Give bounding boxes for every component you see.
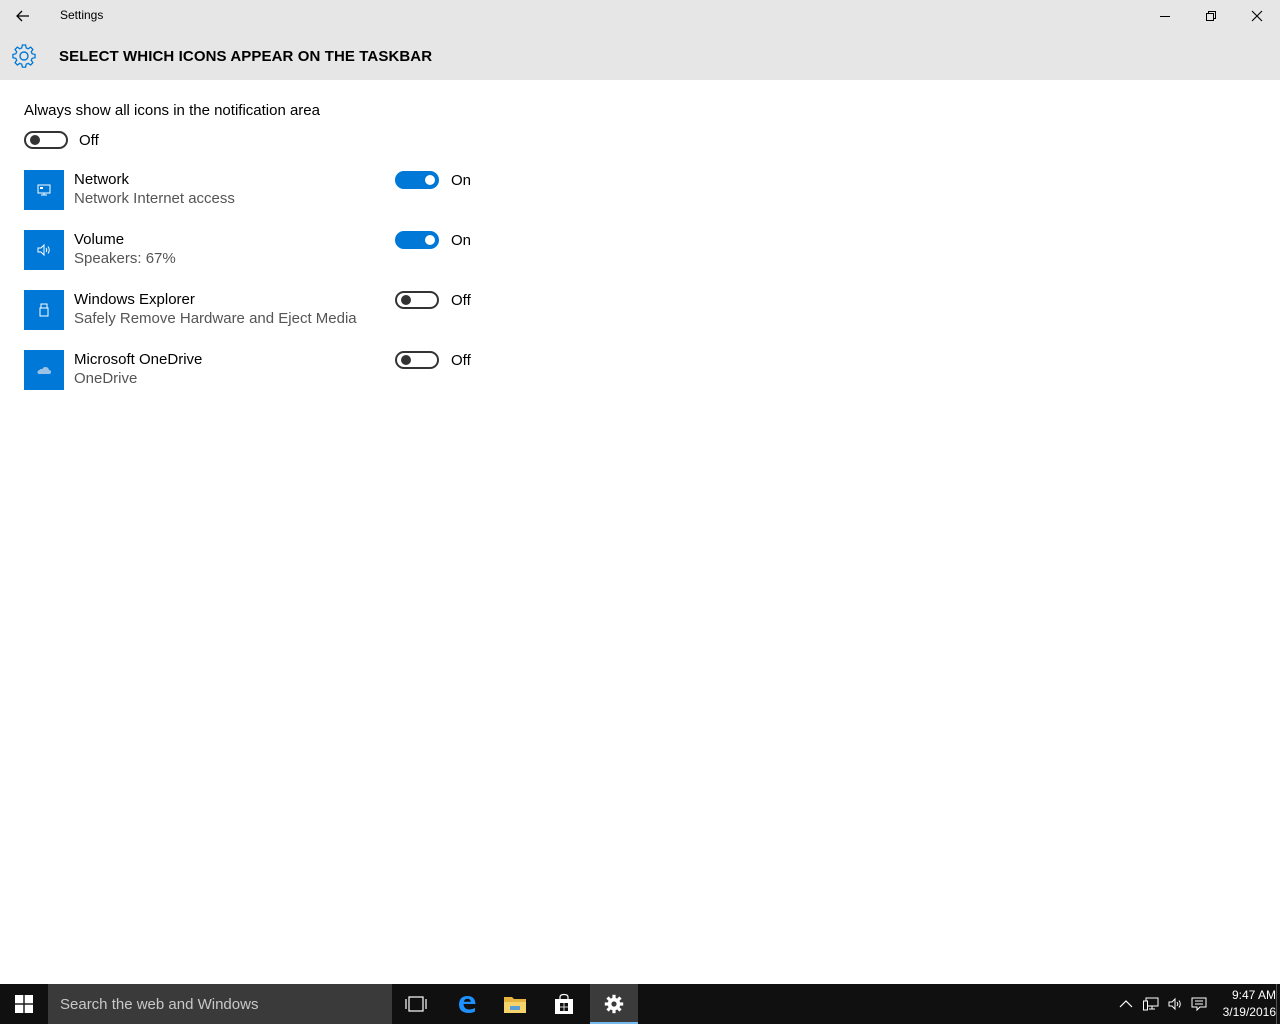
volume-toggle[interactable] <box>395 231 439 249</box>
network-icon <box>24 170 64 210</box>
edge-icon <box>459 996 476 1013</box>
taskbar: Search the web and Windows 9:47 AM 3/19/… <box>0 984 1280 1024</box>
row-name: Microsoft OneDrive <box>74 351 203 368</box>
window-title: Settings <box>60 8 104 22</box>
always-show-toggle[interactable] <box>24 131 68 149</box>
restore-icon <box>1206 11 1216 21</box>
clock-time: 9:47 AM <box>1231 988 1276 1002</box>
always-show-label: Always show all icons in the notificatio… <box>24 102 320 119</box>
toggle-knob <box>401 295 411 305</box>
show-hidden-icons-button[interactable] <box>1118 996 1134 1012</box>
windows-explorer-toggle[interactable] <box>395 291 439 309</box>
gear-icon <box>604 994 624 1014</box>
page-title: SELECT WHICH ICONS APPEAR ON THE TASKBAR <box>59 48 433 65</box>
store-icon <box>555 993 573 1014</box>
clock-date: 3/19/2016 <box>1222 1005 1276 1019</box>
toggle-knob <box>425 235 435 245</box>
settings-taskbar-button[interactable] <box>590 984 638 1024</box>
search-box[interactable]: Search the web and Windows <box>48 984 392 1024</box>
speaker-icon <box>24 230 64 270</box>
windows-explorer-state: Off <box>451 292 471 309</box>
row-name: Volume <box>74 231 125 248</box>
title-bar: Settings <box>0 0 1280 32</box>
notification-icon <box>1191 997 1207 1012</box>
onedrive-state: Off <box>451 352 471 369</box>
store-button[interactable] <box>540 984 588 1024</box>
network-toggle[interactable] <box>395 171 439 189</box>
file-explorer-button[interactable] <box>491 984 539 1024</box>
close-icon <box>1251 10 1263 22</box>
toggle-knob <box>401 355 411 365</box>
action-center-button[interactable] <box>1191 996 1207 1012</box>
page-header: SELECT WHICH ICONS APPEAR ON THE TASKBAR <box>0 32 1280 80</box>
minimize-icon <box>1160 16 1170 17</box>
toggle-knob <box>30 135 40 145</box>
network-glyph <box>37 184 51 196</box>
row-description: Speakers: 67% <box>74 250 176 267</box>
close-button[interactable] <box>1234 0 1280 32</box>
network-tray-button[interactable] <box>1143 996 1159 1012</box>
usb-drive-icon <box>24 290 64 330</box>
network-icon <box>1143 997 1159 1011</box>
row-name: Windows Explorer <box>74 291 195 308</box>
network-state: On <box>451 172 472 189</box>
gear-icon <box>12 44 36 68</box>
row-description: OneDrive <box>74 370 138 387</box>
onedrive-toggle[interactable] <box>395 351 439 369</box>
folder-icon <box>504 997 526 1013</box>
speaker-icon <box>1168 997 1181 1011</box>
cloud-glyph <box>37 367 51 374</box>
row-name: Network <box>74 171 130 188</box>
cloud-icon <box>24 350 64 390</box>
edge-button[interactable] <box>443 984 491 1024</box>
always-show-state: Off <box>79 132 99 149</box>
usb-glyph <box>39 303 49 317</box>
show-desktop-button[interactable] <box>1276 984 1280 1024</box>
back-arrow-icon <box>16 10 29 22</box>
search-placeholder: Search the web and Windows <box>60 996 259 1013</box>
row-description: Safely Remove Hardware and Eject Media <box>74 310 357 327</box>
volume-state: On <box>451 232 472 249</box>
minimize-button[interactable] <box>1142 0 1188 32</box>
clock[interactable]: 9:47 AM 3/19/2016 <box>1206 987 1276 1021</box>
task-view-button[interactable] <box>392 984 440 1024</box>
volume-tray-button[interactable] <box>1167 996 1183 1012</box>
back-button[interactable] <box>0 0 46 32</box>
row-description: Network Internet access <box>74 190 235 207</box>
speaker-glyph <box>37 243 50 257</box>
chevron-up-icon <box>1119 1000 1133 1008</box>
toggle-knob <box>425 175 435 185</box>
start-button[interactable] <box>0 984 48 1024</box>
restore-button[interactable] <box>1188 0 1234 32</box>
windows-logo-icon <box>15 995 33 1013</box>
task-view-icon <box>405 996 427 1012</box>
